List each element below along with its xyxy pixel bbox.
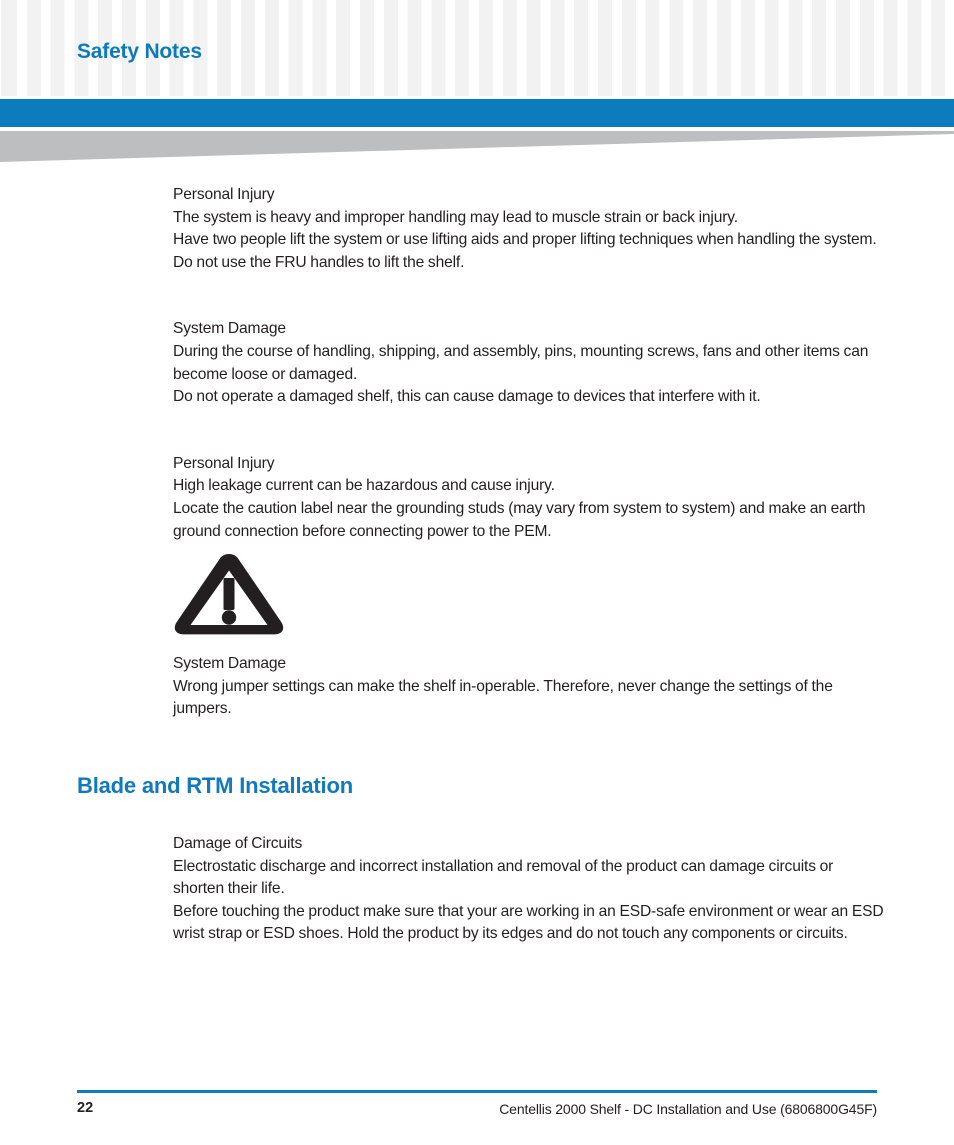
note-text: Before touching the product make sure th…: [173, 902, 884, 943]
safety-note-block: Damage of Circuits Electrostatic dischar…: [173, 833, 885, 946]
document-page: Safety Notes Personal Injury The system …: [0, 0, 954, 1145]
note-text: High leakage current can be hazardous an…: [173, 477, 555, 495]
warning-icon-container: [173, 551, 954, 643]
page-number: 22: [77, 1100, 94, 1116]
header-gray-wedge: [0, 131, 954, 162]
page-content: Personal Injury The system is heavy and …: [0, 162, 954, 946]
note-text: Electrostatic discharge and incorrect in…: [173, 857, 834, 898]
warning-triangle-icon: [174, 554, 284, 635]
page-footer: 22 Centellis 2000 Shelf - DC Installatio…: [77, 1090, 877, 1122]
header-blue-band: [0, 99, 954, 127]
note-text: Locate the caution label near the ground…: [173, 499, 866, 540]
footer-document-title: Centellis 2000 Shelf - DC Installation a…: [499, 1101, 877, 1117]
note-text: Wrong jumper settings can make the shelf…: [173, 677, 833, 718]
safety-note-block: System Damage Wrong jumper settings can …: [173, 653, 885, 721]
note-text: During the course of handling, shipping,…: [173, 342, 869, 383]
note-text: Have two people lift the system or use l…: [173, 231, 877, 271]
section-heading: Blade and RTM Installation: [77, 772, 353, 798]
page-header-title: Safety Notes: [77, 40, 202, 63]
note-text: The system is heavy and improper handlin…: [173, 208, 738, 226]
note-heading: Personal Injury: [173, 454, 275, 472]
note-text: Do not operate a damaged shelf, this can…: [173, 388, 761, 406]
note-heading: Damage of Circuits: [173, 834, 303, 852]
note-heading: Personal Injury: [173, 186, 275, 203]
footer-divider: [77, 1090, 877, 1093]
safety-note-block: System Damage During the course of handl…: [173, 318, 885, 408]
safety-note-block: Personal Injury High leakage current can…: [173, 453, 885, 543]
footer-row: 22 Centellis 2000 Shelf - DC Installatio…: [77, 1100, 877, 1122]
note-heading: System Damage: [173, 655, 286, 673]
note-heading: System Damage: [173, 320, 286, 338]
safety-note-block: Personal Injury The system is heavy and …: [173, 184, 885, 274]
